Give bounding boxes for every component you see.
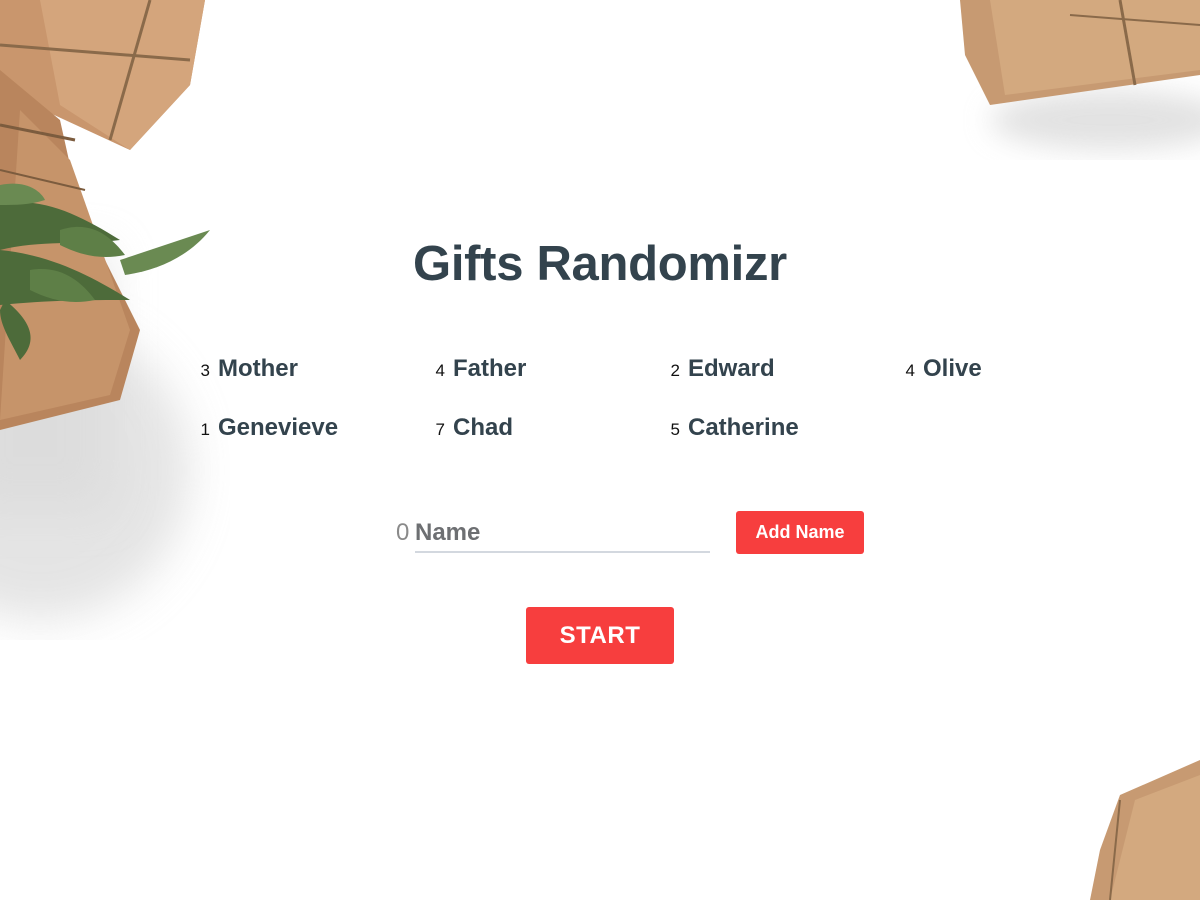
- participant-count: 4: [435, 361, 445, 380]
- participants-list: 3 Mother 4 Father 2 Edward 4 Olive 1 Gen…: [192, 355, 1132, 453]
- participant-count: 7: [435, 420, 445, 439]
- participant-item: 2 Edward: [662, 355, 897, 394]
- participant-count: 4: [905, 361, 915, 380]
- participant-item: 4 Father: [427, 355, 662, 394]
- participant-item: 7 Chad: [427, 414, 662, 453]
- participant-item: 1 Genevieve: [192, 414, 427, 453]
- participant-item: 5 Catherine: [662, 414, 897, 453]
- participant-name: Father: [453, 355, 527, 382]
- new-name-count: 0: [396, 519, 410, 546]
- gift-decoration-bottom-right: [1090, 760, 1200, 900]
- participant-name: Catherine: [688, 414, 799, 441]
- participant-count: 1: [200, 420, 210, 439]
- gift-decoration-left: [0, 0, 210, 620]
- participant-count: 5: [670, 420, 680, 439]
- add-name-button[interactable]: Add Name: [736, 511, 864, 554]
- participant-name: Genevieve: [218, 414, 339, 441]
- participant-name: Mother: [218, 355, 298, 382]
- participant-count: 3: [200, 361, 210, 380]
- name-input[interactable]: [415, 515, 710, 553]
- participant-count: 2: [670, 361, 680, 380]
- gift-decoration-top-right: [960, 0, 1200, 150]
- add-name-form: 0 Add Name: [396, 511, 866, 555]
- participant-item: 3 Mother: [192, 355, 427, 394]
- participant-name: Chad: [453, 414, 513, 441]
- participant-name: Olive: [923, 355, 982, 382]
- start-button[interactable]: START: [526, 607, 674, 664]
- participant-item: 4 Olive: [897, 355, 1132, 394]
- participant-name: Edward: [688, 355, 775, 382]
- app-title: Gifts Randomizr: [413, 237, 787, 291]
